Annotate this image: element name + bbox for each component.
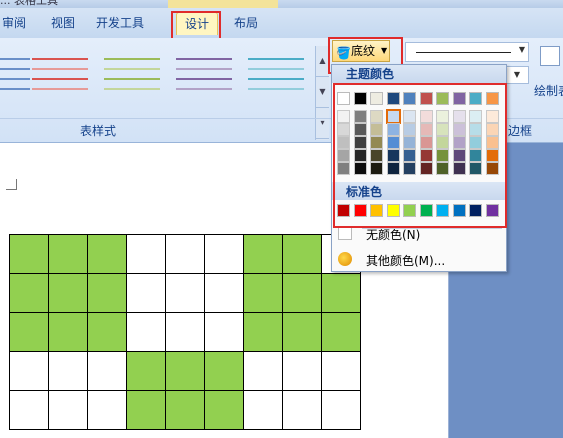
- tab-review[interactable]: 审阅: [0, 12, 28, 34]
- document-table[interactable]: [9, 234, 361, 430]
- table-cell[interactable]: [9, 273, 49, 313]
- table-style-item[interactable]: [244, 52, 308, 96]
- line-style-preview: [416, 52, 511, 53]
- chevron-down-icon: ▼: [518, 45, 525, 54]
- table-cell[interactable]: [321, 273, 361, 313]
- theme-colors-header: 主题颜色: [332, 65, 506, 83]
- ribbon-tab-row: 审阅 视图 开发工具 设计 布局: [0, 8, 563, 38]
- table-styles-gallery[interactable]: [0, 46, 315, 138]
- palette-highlight: [333, 83, 507, 228]
- table-row: [9, 351, 361, 391]
- table-cell[interactable]: [87, 351, 127, 391]
- gallery-more-icon[interactable]: ▾: [316, 108, 329, 139]
- table-cell[interactable]: [243, 312, 283, 352]
- table-cell[interactable]: [282, 390, 322, 430]
- table-cell[interactable]: [243, 390, 283, 430]
- line-weight-dropdown[interactable]: ▼: [505, 66, 529, 84]
- table-cell[interactable]: [165, 234, 205, 274]
- table-cell[interactable]: [243, 273, 283, 313]
- draw-table-icon: [540, 46, 560, 66]
- draw-table-button[interactable]: 绘制表: [532, 46, 563, 98]
- table-cell[interactable]: [126, 312, 166, 352]
- menu-separator: [362, 228, 502, 229]
- table-cell[interactable]: [204, 312, 244, 352]
- table-cell[interactable]: [321, 390, 361, 430]
- table-cell[interactable]: [282, 312, 322, 352]
- table-cell[interactable]: [87, 312, 127, 352]
- table-cell[interactable]: [48, 273, 88, 313]
- table-cell[interactable]: [165, 273, 205, 313]
- table-cell[interactable]: [9, 351, 49, 391]
- table-cell[interactable]: [9, 234, 49, 274]
- line-style-dropdown[interactable]: ▼: [405, 42, 529, 62]
- contextual-tab-header: [168, 0, 278, 8]
- table-cell[interactable]: [126, 273, 166, 313]
- table-cell[interactable]: [87, 273, 127, 313]
- table-cell[interactable]: [282, 234, 322, 274]
- table-cell[interactable]: [282, 351, 322, 391]
- table-row: [9, 234, 361, 274]
- page-corner-mark: [6, 179, 17, 190]
- gallery-scroll-down-icon[interactable]: ▼: [316, 77, 329, 108]
- table-row: [9, 273, 361, 313]
- tab-developer[interactable]: 开发工具: [88, 12, 152, 34]
- table-cell[interactable]: [87, 390, 127, 430]
- color-palette-icon: [338, 252, 352, 266]
- table-cell[interactable]: [165, 312, 205, 352]
- design-tab-highlight: [171, 11, 221, 40]
- table-cell[interactable]: [87, 234, 127, 274]
- tab-layout[interactable]: 布局: [230, 12, 262, 34]
- table-cell[interactable]: [204, 390, 244, 430]
- table-cell[interactable]: [9, 390, 49, 430]
- table-style-item[interactable]: [28, 52, 92, 96]
- table-cell[interactable]: [165, 351, 205, 391]
- table-cell[interactable]: [204, 351, 244, 391]
- more-colors-menu-item[interactable]: 其他颜色(M)...: [332, 249, 506, 271]
- table-cell[interactable]: [48, 390, 88, 430]
- table-cell[interactable]: [321, 312, 361, 352]
- table-cell[interactable]: [48, 312, 88, 352]
- table-cell[interactable]: [48, 351, 88, 391]
- table-style-item[interactable]: [172, 52, 236, 96]
- table-style-item[interactable]: [100, 52, 164, 96]
- table-cell[interactable]: [165, 390, 205, 430]
- table-cell[interactable]: [243, 234, 283, 274]
- no-color-icon: [338, 226, 352, 240]
- table-styles-group-label: 表样式: [80, 124, 117, 138]
- gallery-scrollbar[interactable]: ▲ ▼ ▾: [315, 46, 329, 140]
- table-row: [9, 390, 361, 430]
- draw-table-label: 绘制表: [534, 84, 563, 98]
- table-cell[interactable]: [243, 351, 283, 391]
- table-cell[interactable]: [48, 234, 88, 274]
- table-cell[interactable]: [321, 351, 361, 391]
- table-cell[interactable]: [126, 351, 166, 391]
- title-bar: ... 表格工具: [0, 0, 563, 8]
- table-cell[interactable]: [126, 390, 166, 430]
- window-title: ... 表格工具: [0, 0, 58, 7]
- table-cell[interactable]: [126, 234, 166, 274]
- borders-group-label: 边框: [508, 124, 533, 138]
- table-cell[interactable]: [9, 312, 49, 352]
- table-cell[interactable]: [204, 234, 244, 274]
- table-cell[interactable]: [204, 273, 244, 313]
- tab-view[interactable]: 视图: [48, 12, 78, 34]
- table-cell[interactable]: [282, 273, 322, 313]
- table-row: [9, 312, 361, 352]
